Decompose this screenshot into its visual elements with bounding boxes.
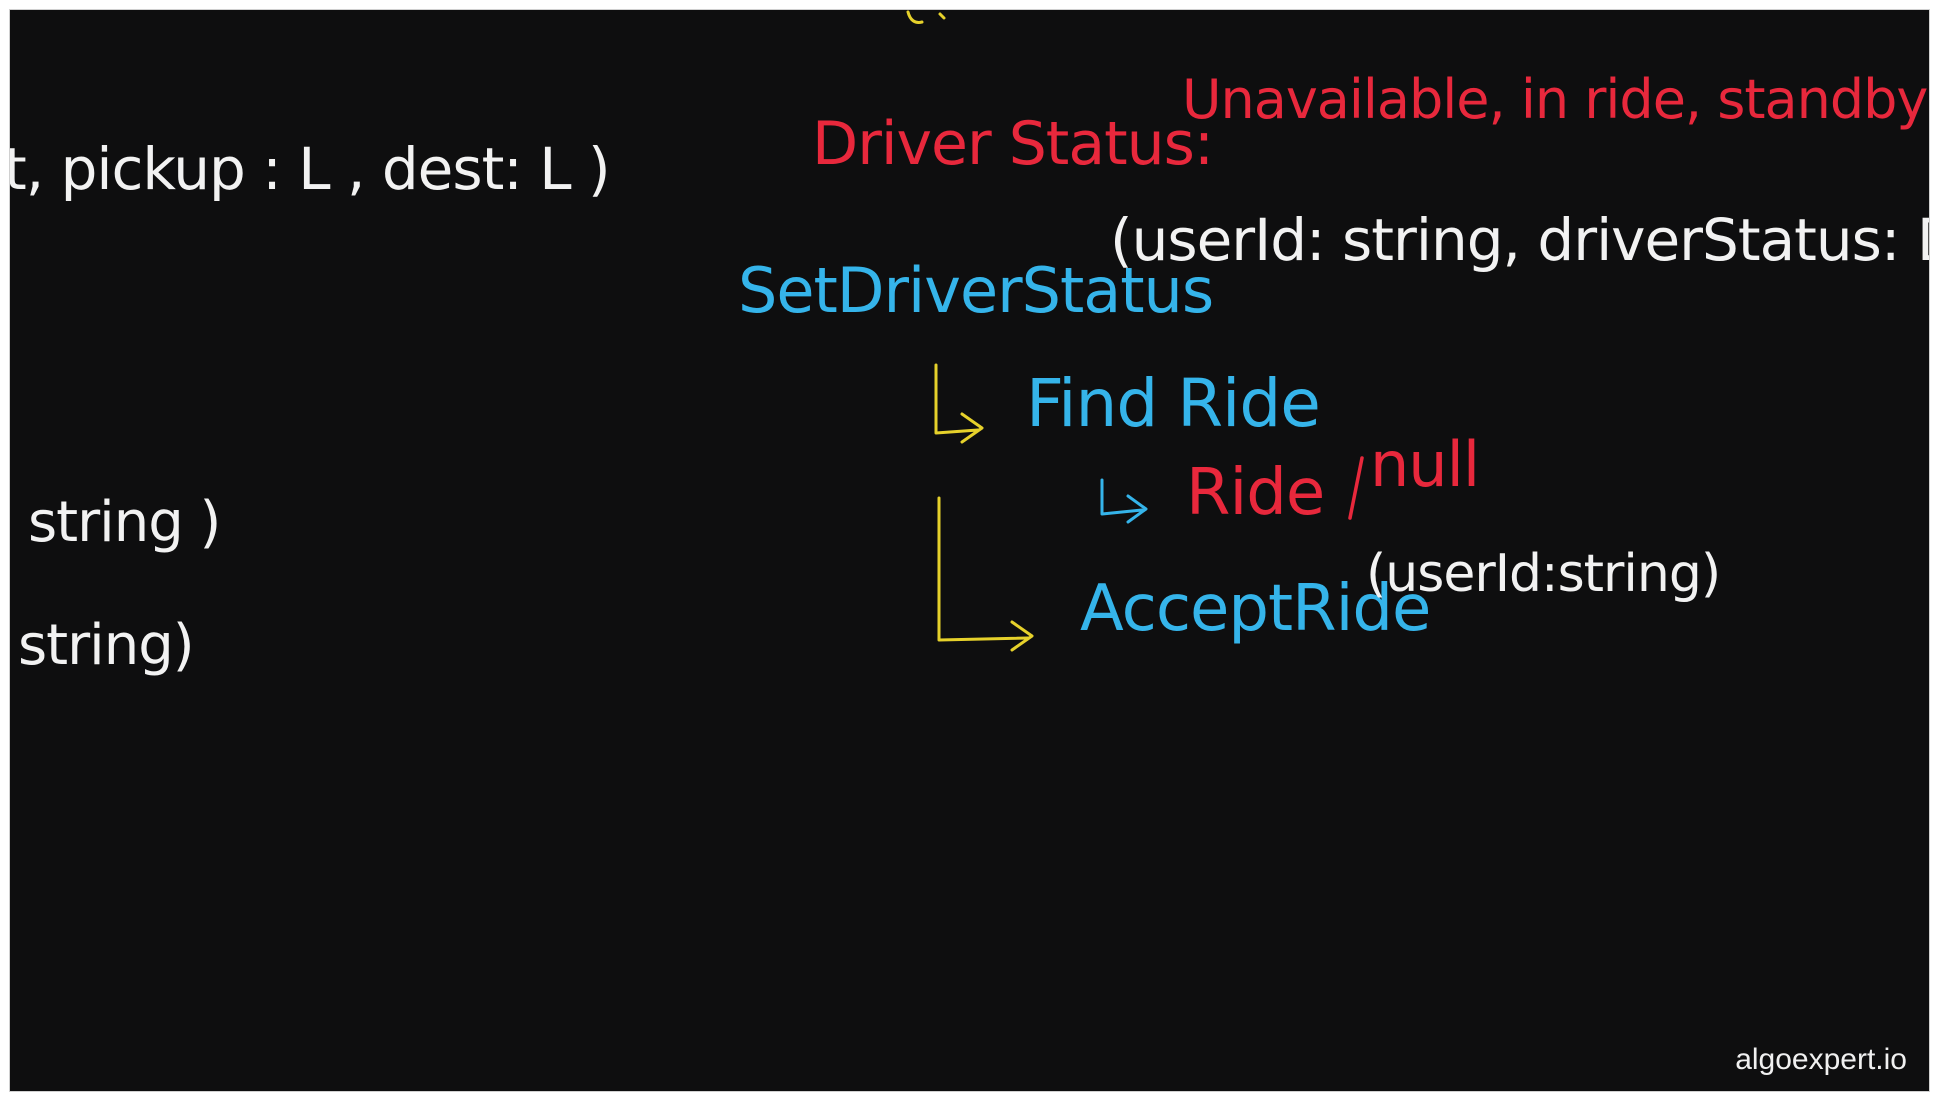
ride-null-separator xyxy=(1348,456,1364,520)
arrow-to-find-ride xyxy=(934,363,984,444)
top-edge-mark xyxy=(906,10,946,24)
watermark: algoexpert.io xyxy=(1735,1043,1907,1076)
arrow-to-accept-ride xyxy=(937,496,1034,652)
arrow-to-ride-result xyxy=(1100,478,1148,524)
whiteboard-canvas: t, pickup : L , dest: L ) string ) strin… xyxy=(9,9,1930,1092)
diagram-strokes xyxy=(906,10,1364,652)
